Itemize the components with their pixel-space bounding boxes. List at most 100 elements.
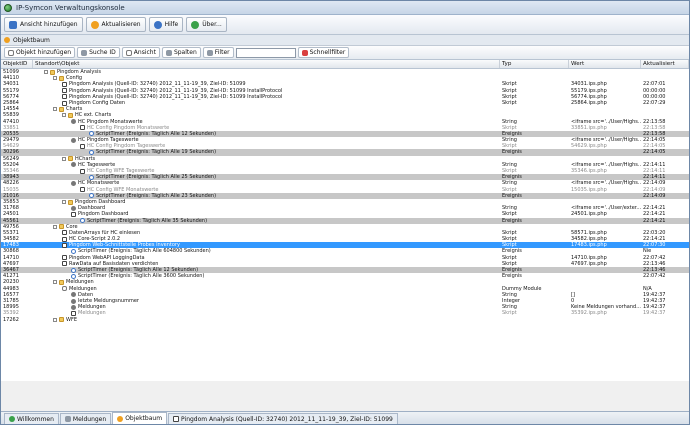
script-icon: [62, 230, 67, 236]
app-logo-icon: [4, 3, 12, 12]
script-icon: [62, 242, 67, 248]
timer-icon: [89, 174, 94, 180]
refresh-button[interactable]: Aktualisieren: [85, 17, 146, 32]
columns-icon: [165, 49, 172, 56]
object-name: WFE: [66, 316, 77, 323]
timer-icon: [89, 150, 94, 156]
quick-filter-button[interactable]: Schnellfilter: [297, 47, 350, 58]
folder-icon: [59, 279, 64, 285]
help-icon: [153, 20, 162, 29]
script-icon: [62, 255, 67, 261]
timer-icon: [71, 273, 76, 279]
panel-title: Objektbaum: [13, 36, 50, 44]
main-toolbar: Ansicht hinzufügen Aktualisieren Hilfe Ü…: [1, 15, 689, 35]
table-row[interactable]: 17262 WFE: [1, 317, 689, 323]
column-header-id[interactable]: ObjektID: [1, 60, 33, 68]
script-icon: [80, 125, 85, 131]
expand-toggle-icon[interactable]: [62, 156, 66, 161]
refresh-icon: [90, 20, 99, 29]
filter-input[interactable]: [235, 47, 296, 58]
column-header-type[interactable]: Typ: [500, 60, 569, 68]
add-object-icon: [8, 49, 14, 56]
script-icon: [62, 100, 67, 106]
object-value-cell: [569, 317, 641, 323]
tab-object-tree[interactable]: Objektbaum: [112, 412, 168, 424]
add-view-icon: [9, 20, 17, 29]
script-icon: [62, 88, 67, 94]
expand-toggle-icon[interactable]: [62, 200, 66, 205]
expand-toggle-icon[interactable]: [62, 113, 66, 118]
object-tree-tab-icon: [117, 415, 124, 422]
object-tree-icon: [4, 37, 10, 43]
object-type-cell: [500, 317, 569, 323]
script-icon: [62, 236, 67, 242]
search-icon: [81, 49, 88, 56]
object-tree-grid: 51099 Pingdom Analysis 44110 Config 34031 Pin…: [1, 69, 689, 381]
title-bar: IP-Symcon Verwaltungskonsole: [1, 1, 689, 15]
script-icon: [173, 416, 180, 422]
script-icon: [71, 310, 76, 316]
folder-icon: [59, 75, 64, 81]
variable-icon: [71, 304, 76, 310]
expand-toggle-icon[interactable]: [53, 280, 57, 285]
module-icon: [62, 286, 67, 292]
script-icon: [80, 143, 85, 149]
script-icon: [80, 168, 85, 174]
variable-icon: [71, 292, 76, 298]
filter-button[interactable]: Filter: [202, 47, 234, 58]
column-header-value[interactable]: Wert: [569, 60, 641, 68]
expand-toggle-icon[interactable]: [53, 224, 57, 229]
expand-toggle-icon[interactable]: [53, 107, 57, 112]
filter-icon: [206, 49, 213, 56]
tab-messages[interactable]: Meldungen: [59, 413, 112, 424]
tab-welcome[interactable]: Willkommen: [4, 413, 59, 424]
variable-icon: [71, 119, 76, 125]
object-name-cell: WFE: [33, 317, 500, 323]
object-updated-cell: [641, 317, 689, 323]
quick-filter-icon: [301, 49, 308, 56]
script-icon: [62, 94, 67, 100]
help-button[interactable]: Hilfe: [148, 17, 184, 32]
window-title: IP-Symcon Verwaltungskonsole: [16, 3, 125, 12]
folder-icon: [59, 317, 64, 323]
view-icon: [125, 49, 132, 56]
about-icon: [191, 20, 200, 29]
column-header-path[interactable]: Standort\Objekt: [33, 60, 500, 68]
folder-icon: [59, 224, 64, 230]
variable-icon: [71, 298, 76, 304]
view-button[interactable]: Ansicht: [121, 47, 160, 58]
timer-icon: [89, 131, 94, 137]
bottom-tab-bar: Willkommen Meldungen Objektbaum Pingdom …: [1, 411, 689, 424]
script-icon: [71, 211, 76, 217]
expand-toggle-icon[interactable]: [53, 76, 57, 81]
messages-icon: [64, 416, 71, 422]
script-icon: [80, 187, 85, 193]
add-object-button[interactable]: Objekt hinzufügen: [4, 47, 76, 58]
folder-icon: [68, 156, 73, 162]
welcome-icon: [9, 416, 15, 422]
variable-icon: [71, 205, 76, 211]
add-view-button[interactable]: Ansicht hinzufügen: [4, 17, 83, 32]
folder-icon: [50, 69, 55, 75]
columns-button[interactable]: Spalten: [161, 47, 201, 58]
script-icon: [62, 261, 67, 267]
variable-icon: [71, 137, 76, 143]
folder-icon: [68, 199, 73, 205]
script-icon: [62, 81, 67, 87]
folder-icon: [59, 106, 64, 112]
column-header-row: ObjektID Standort\Objekt Typ Wert Aktual…: [1, 60, 689, 69]
tab-script[interactable]: Pingdom Analysis (Quell-ID: 32740) 2012_…: [168, 413, 398, 424]
timer-icon: [89, 193, 94, 199]
tree-toolbar: Objekt hinzufügen Suche ID Ansicht Spalt…: [1, 46, 689, 60]
variable-icon: [71, 162, 76, 168]
search-id-button[interactable]: Suche ID: [77, 47, 120, 58]
timer-icon: [80, 218, 85, 224]
about-button[interactable]: Über...: [186, 17, 227, 32]
variable-icon: [71, 180, 76, 186]
timer-icon: [71, 267, 76, 273]
panel-header: Objektbaum: [1, 35, 689, 46]
timer-icon: [71, 249, 76, 255]
expand-toggle-icon[interactable]: [53, 317, 57, 322]
expand-toggle-icon[interactable]: [44, 70, 48, 75]
column-header-updated[interactable]: Aktualisiert: [641, 60, 689, 68]
